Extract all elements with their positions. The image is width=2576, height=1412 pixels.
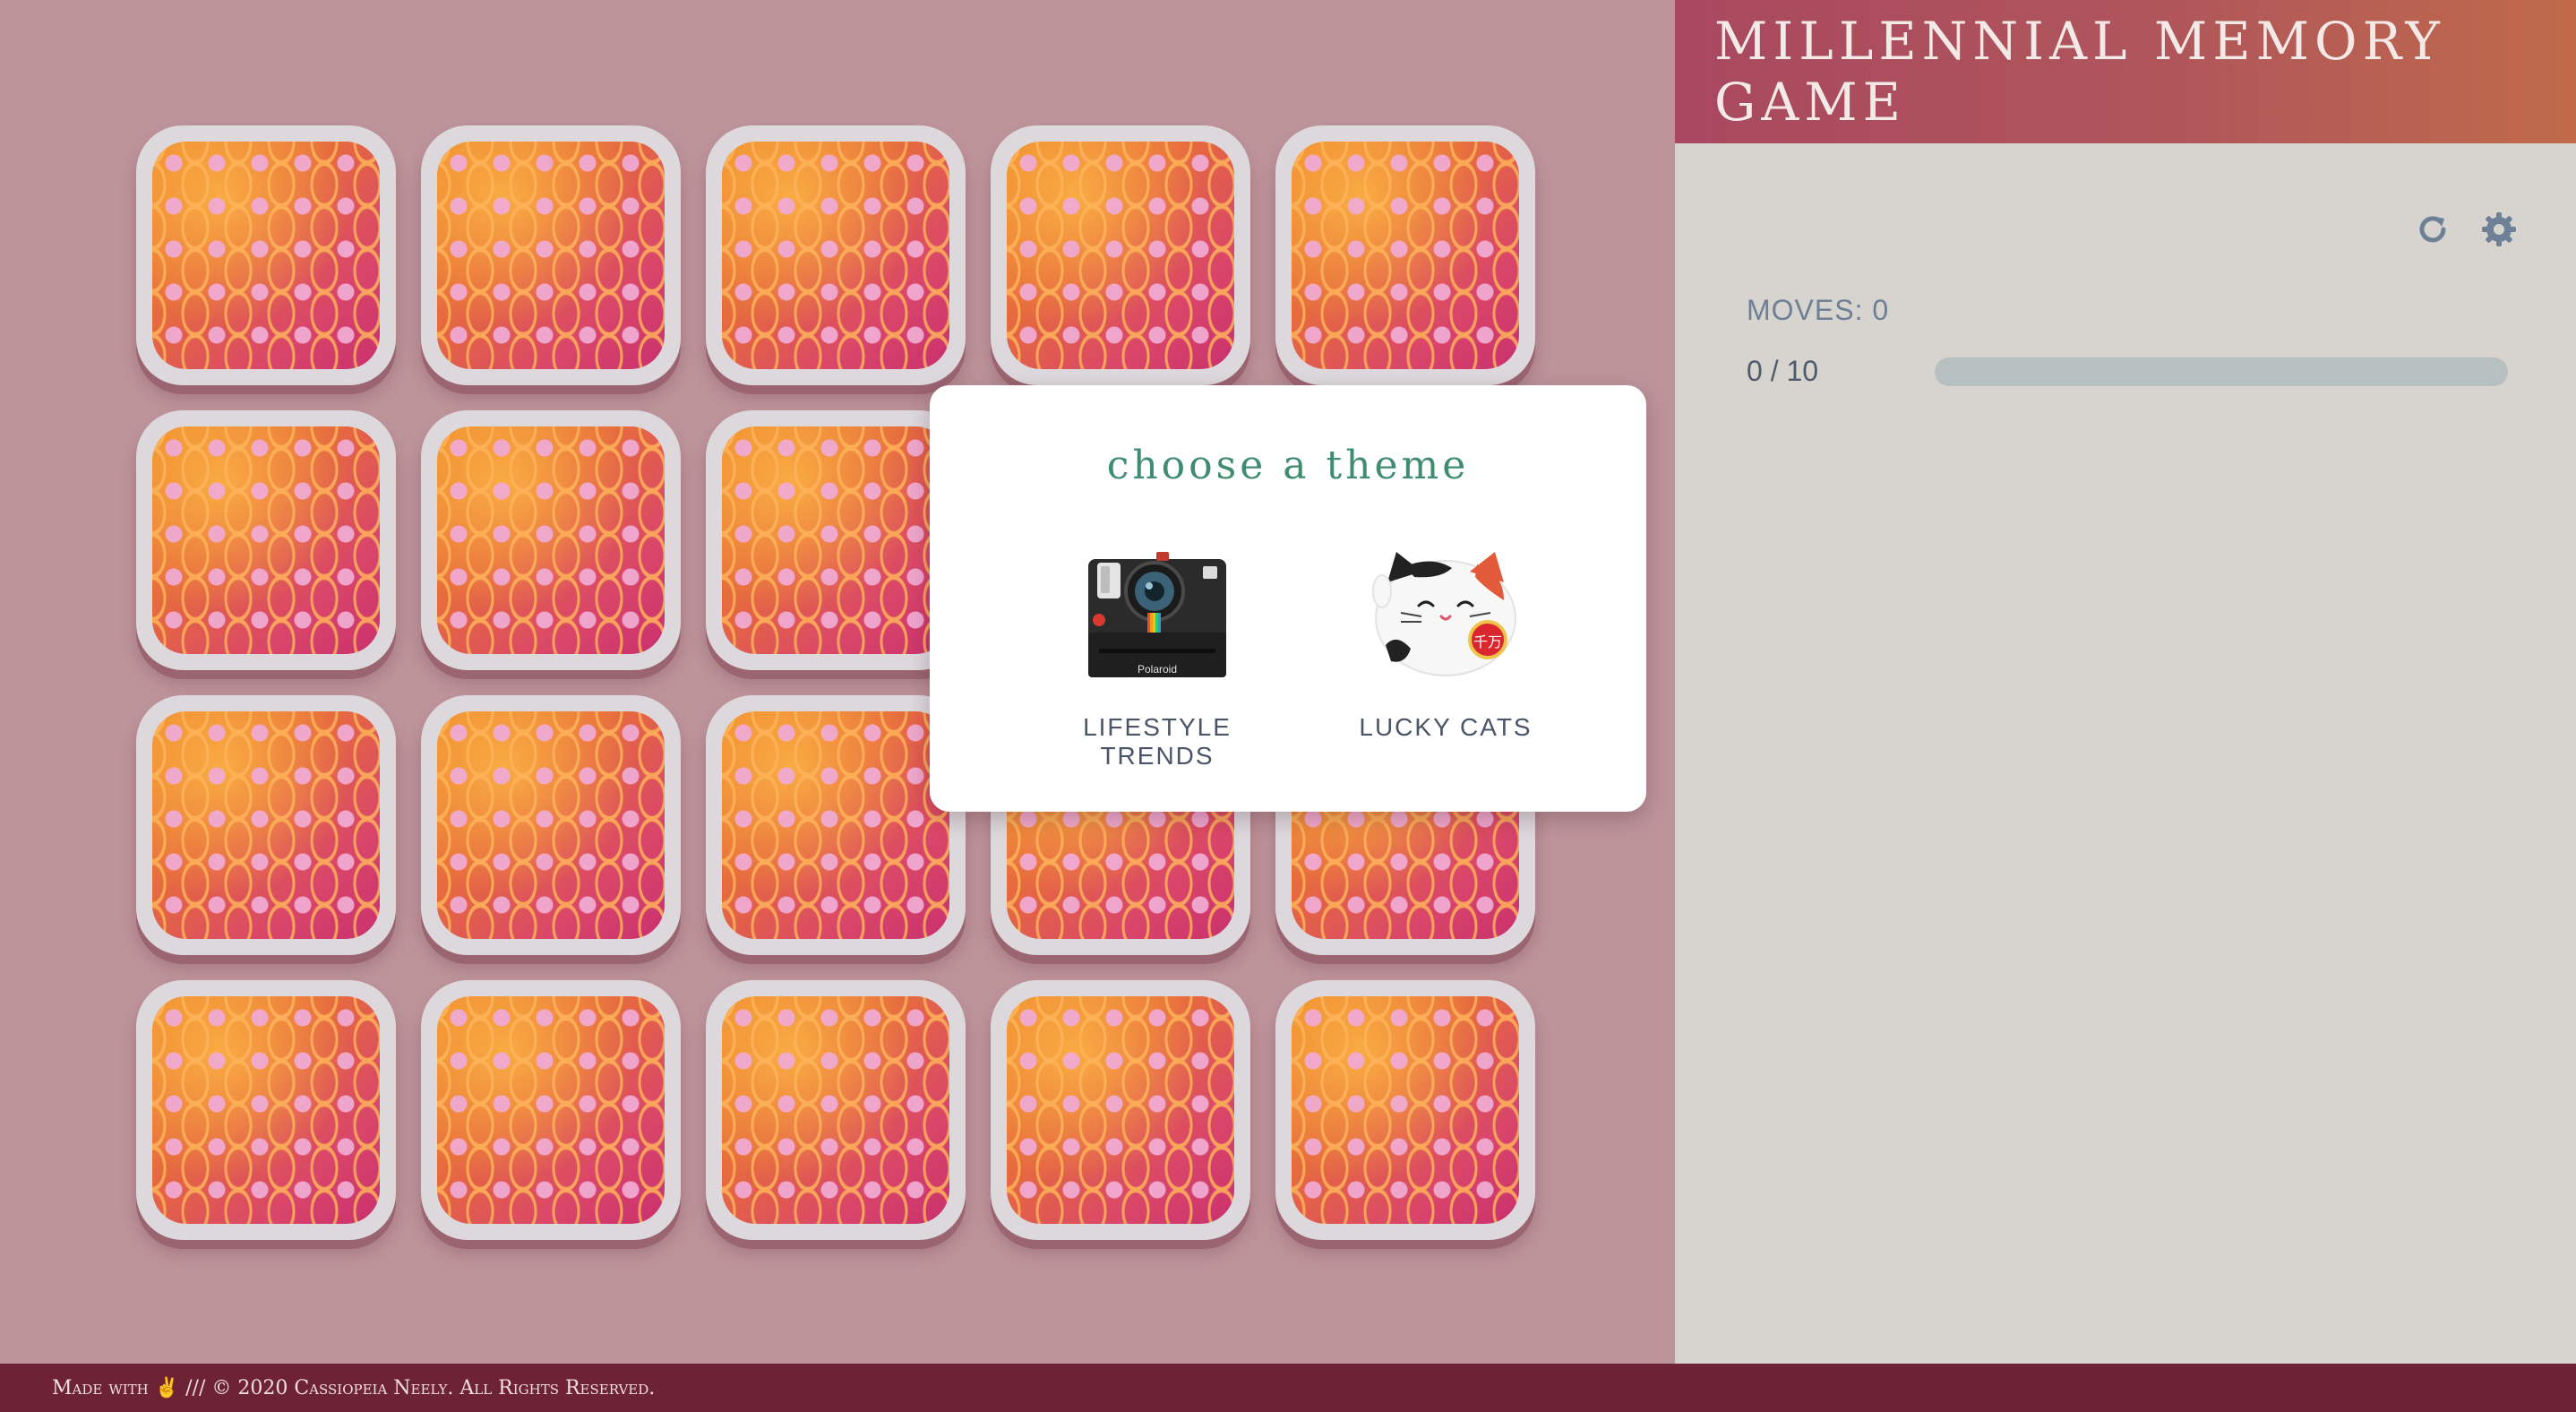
- memory-card[interactable]: [136, 410, 396, 670]
- footer: Made with ✌ /// © 2020 Cassiopeia Neely.…: [0, 1364, 2576, 1412]
- polaroid-camera-icon: Polaroid: [1088, 552, 1226, 677]
- memory-card[interactable]: [991, 125, 1250, 385]
- card-back-pattern: [152, 142, 380, 369]
- memory-card[interactable]: [706, 125, 966, 385]
- memory-card[interactable]: [136, 980, 396, 1240]
- restart-button[interactable]: [2415, 211, 2451, 247]
- card-back-pattern: [437, 711, 665, 939]
- theme-lifestyle-trends[interactable]: Polaroid LIFESTYLE TRENDS: [1041, 547, 1274, 771]
- card-back-pattern: [722, 142, 949, 369]
- polaroid-brand-text: Polaroid: [1138, 663, 1177, 676]
- memory-card[interactable]: [136, 125, 396, 385]
- progress: 0 / 10: [1747, 355, 2508, 388]
- settings-button[interactable]: [2481, 211, 2517, 247]
- gear-icon: [2482, 212, 2516, 246]
- card-back-pattern: [1007, 142, 1234, 369]
- theme-lucky-cats[interactable]: 千万 LUCKY CATS: [1329, 547, 1562, 742]
- sidebar-header: MILLENNIAL MEMORY GAME: [1675, 0, 2576, 143]
- card-back-pattern: [437, 996, 665, 1224]
- moves-counter: MOVES: 0: [1747, 294, 1890, 326]
- restart-icon: [2419, 216, 2446, 243]
- sidebar: MILLENNIAL MEMORY GAME MOVES: 0 0 / 10: [1675, 0, 2576, 1364]
- card-back-pattern: [437, 142, 665, 369]
- memory-card[interactable]: [706, 695, 966, 955]
- theme-label-lifestyle: LIFESTYLE TRENDS: [1083, 713, 1232, 770]
- theme-label-lucky-cats: LUCKY CATS: [1359, 713, 1533, 741]
- card-back-pattern: [722, 996, 949, 1224]
- card-back-pattern: [152, 996, 380, 1224]
- progress-text: 0 / 10: [1747, 355, 1819, 387]
- progress-bar: [1935, 357, 2508, 386]
- footer-copyright: Made with ✌ /// © 2020 Cassiopeia Neely.…: [52, 1376, 656, 1399]
- memory-card[interactable]: [136, 695, 396, 955]
- toolbar: [2415, 211, 2517, 247]
- card-back-pattern: [437, 426, 665, 654]
- memory-card[interactable]: [421, 125, 681, 385]
- modal-title: choose a theme: [1106, 443, 1470, 488]
- card-back-pattern: [152, 426, 380, 654]
- card-back-pattern: [722, 711, 949, 939]
- card-back-pattern: [1292, 996, 1519, 1224]
- koban-coin-text: 千万: [1473, 633, 1502, 650]
- memory-card[interactable]: [706, 980, 966, 1240]
- memory-card[interactable]: [421, 410, 681, 670]
- card-back-pattern: [1292, 142, 1519, 369]
- card-back-pattern: [152, 711, 380, 939]
- game-title: MILLENNIAL MEMORY GAME: [1714, 11, 2445, 133]
- memory-card[interactable]: [991, 980, 1250, 1240]
- theme-modal: choose a theme Polaroid LIFESTYLE TRENDS: [930, 385, 1646, 812]
- memory-card[interactable]: [1275, 980, 1535, 1240]
- card-back-pattern: [722, 426, 949, 654]
- card-back-pattern: [1007, 996, 1234, 1224]
- memory-card[interactable]: [706, 410, 966, 670]
- lucky-cat-icon: 千万: [1372, 552, 1516, 676]
- memory-card[interactable]: [421, 980, 681, 1240]
- memory-card[interactable]: [421, 695, 681, 955]
- memory-card[interactable]: [1275, 125, 1535, 385]
